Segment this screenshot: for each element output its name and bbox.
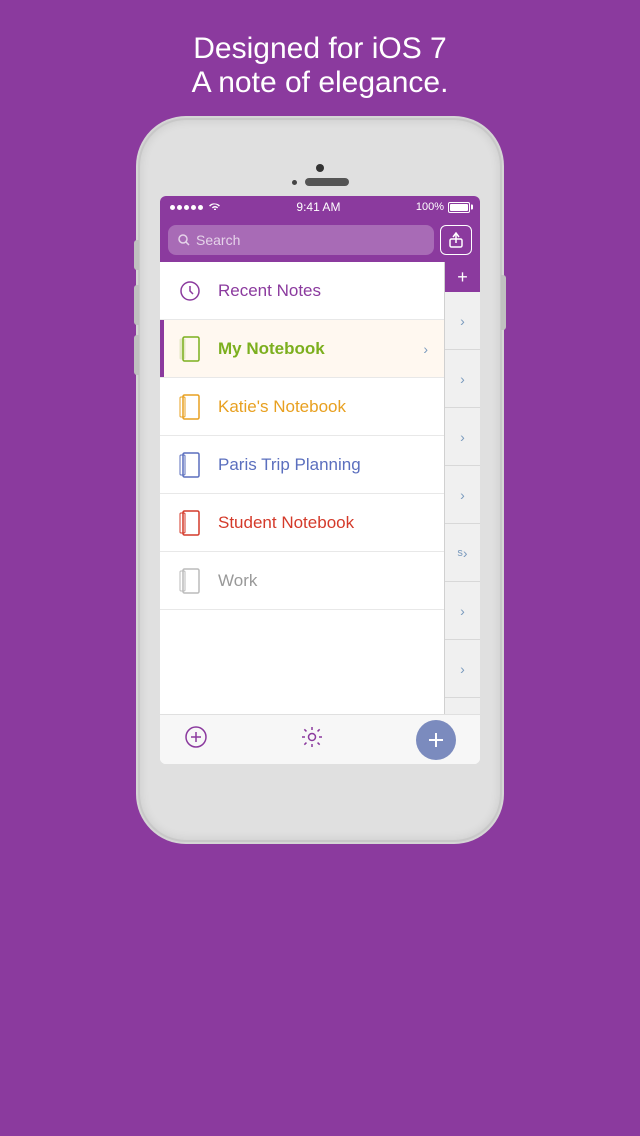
search-placeholder: Search [196,232,240,248]
signal-dot-5 [198,205,203,210]
volume-up-button[interactable] [134,285,139,325]
fab-button[interactable] [416,720,456,760]
bottom-toolbar [160,714,480,764]
list-item-my-notebook[interactable]: My Notebook › [160,320,444,378]
search-icon [178,234,190,246]
katies-notebook-icon [176,393,204,421]
list-item-paris[interactable]: Paris Trip Planning [160,436,444,494]
status-right: 100% [416,201,470,213]
side-panel-item-5[interactable]: › [445,582,480,640]
recent-notes-label: Recent Notes [218,281,428,301]
signal-dot-4 [191,205,196,210]
volume-down-button[interactable] [134,335,139,375]
battery-fill [450,204,468,211]
side-panel-item-1[interactable]: › [445,292,480,350]
student-label: Student Notebook [218,513,428,533]
speaker-grille [305,178,349,186]
share-icon [449,232,463,248]
side-panel-add[interactable]: + [445,262,480,292]
side-panel-item-6[interactable]: › [445,640,480,698]
add-note-icon [184,725,208,749]
side-panel-item-2[interactable]: › [445,350,480,408]
student-notebook-icon [176,509,204,537]
list-item-work[interactable]: Work [160,552,444,610]
phone-shell: 9:41 AM 100% Search [140,120,500,840]
tagline: Designed for iOS 7 A note of elegance. [192,32,449,100]
share-button[interactable] [440,225,472,255]
tagline-line2: A note of elegance. [192,66,449,100]
selected-indicator [160,320,164,377]
my-notebook-icon [176,335,204,363]
clock-icon [176,277,204,305]
side-panel-item-s[interactable]: s› [445,524,480,582]
mic-dot [292,180,297,185]
status-left [170,201,221,213]
tagline-line1: Designed for iOS 7 [192,32,449,66]
add-note-button[interactable] [184,725,208,755]
paris-label: Paris Trip Planning [218,455,428,475]
wifi-icon [209,201,221,213]
my-notebook-chevron: › [423,341,428,357]
my-notebook-label: My Notebook [218,339,409,359]
search-bar: Search [160,218,480,262]
power-button[interactable] [501,275,506,330]
phone-screen: 9:41 AM 100% Search [160,196,480,764]
signal-dot-3 [184,205,189,210]
status-time: 9:41 AM [296,200,340,214]
side-panel: + › › › › s› › › [444,262,480,714]
paris-notebook-icon [176,451,204,479]
fab-add-icon [427,731,445,749]
signal-dot-1 [170,205,175,210]
search-input-wrap[interactable]: Search [168,225,434,255]
settings-icon [301,726,323,748]
battery-percent: 100% [416,201,444,213]
battery-icon [448,202,470,213]
side-panel-item-4[interactable]: › [445,466,480,524]
list-area-wrapper: Recent Notes My Notebook › [160,262,480,714]
list-item-katies[interactable]: Katie's Notebook [160,378,444,436]
signal-dots [170,205,203,210]
work-label: Work [218,571,428,591]
signal-dot-2 [177,205,182,210]
phone-top-bezel [140,120,500,196]
notebook-list: Recent Notes My Notebook › [160,262,444,714]
speaker-area [292,178,349,186]
work-notebook-icon [176,567,204,595]
status-bar: 9:41 AM 100% [160,196,480,218]
katies-label: Katie's Notebook [218,397,428,417]
camera-dot [316,164,324,172]
settings-button[interactable] [301,726,323,754]
list-item-student[interactable]: Student Notebook [160,494,444,552]
list-item-recent[interactable]: Recent Notes [160,262,444,320]
side-panel-item-3[interactable]: › [445,408,480,466]
